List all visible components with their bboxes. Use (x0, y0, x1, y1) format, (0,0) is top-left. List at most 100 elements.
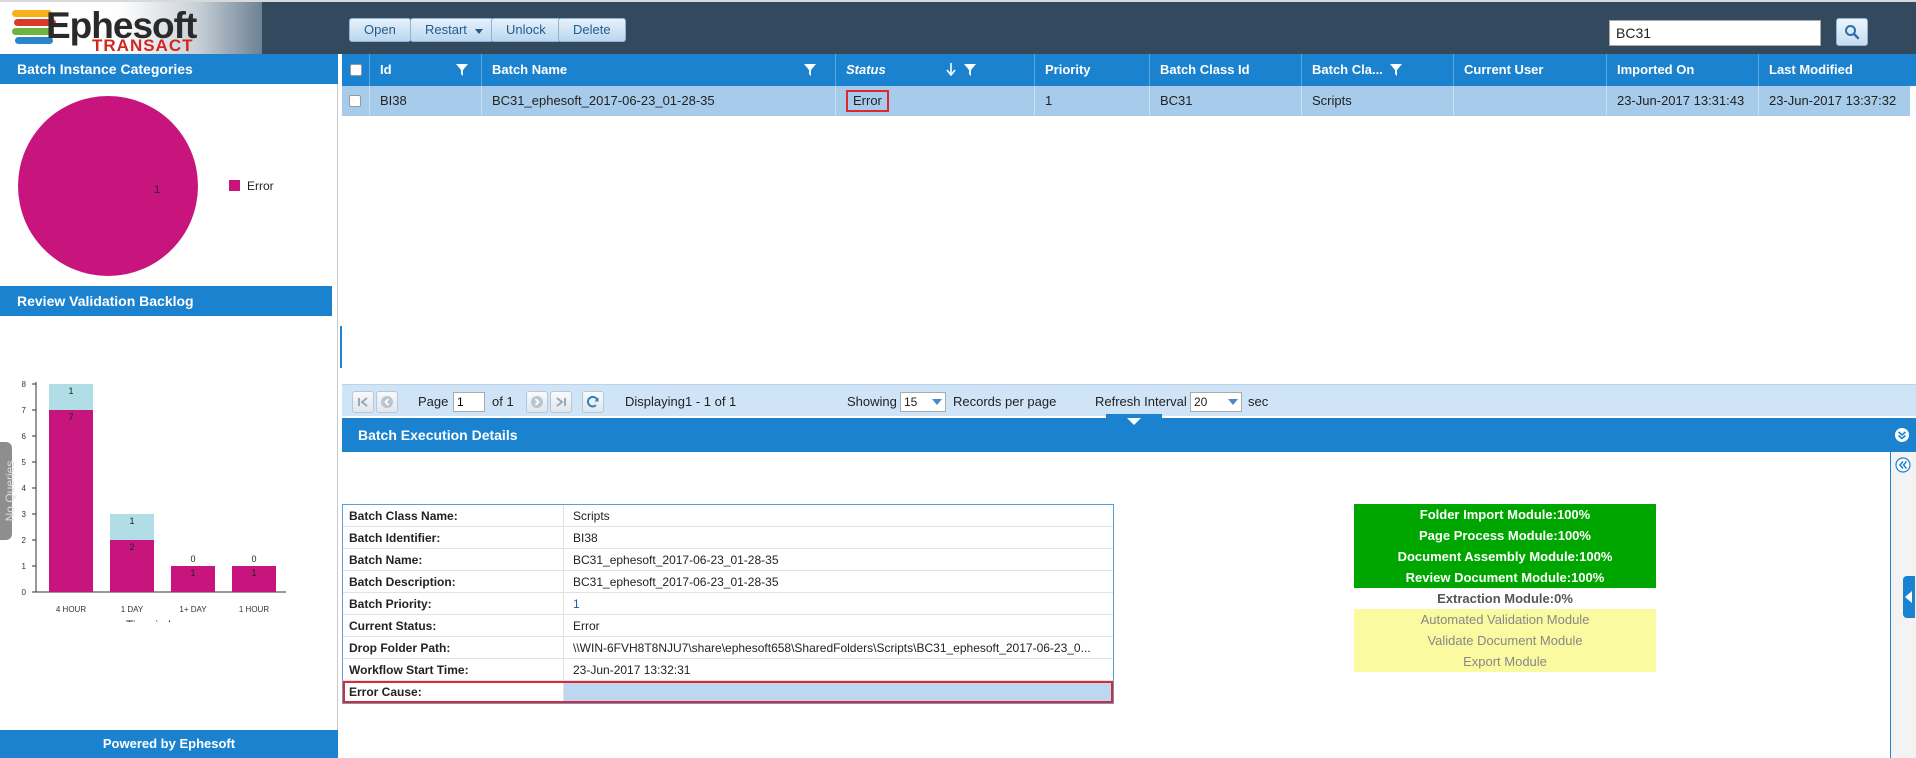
filter-icon[interactable] (1390, 64, 1402, 76)
refresh-interval-select[interactable]: 20 (1190, 392, 1242, 412)
table-row[interactable]: BI38 BC31_ephesoft_2017-06-23_01-28-35 E… (342, 86, 1910, 116)
col-id[interactable]: Id (370, 54, 482, 86)
filter-icon[interactable] (456, 64, 468, 76)
sort-down-icon[interactable] (946, 63, 956, 76)
col-priority[interactable]: Priority (1035, 54, 1150, 86)
module-item: Extraction Module:0% (1354, 588, 1656, 609)
col-batch-name[interactable]: Batch Name (482, 54, 836, 86)
batch-detail-table: Batch Class Name: Scripts Batch Identifie… (342, 504, 1114, 704)
page-number-input[interactable] (453, 392, 485, 412)
detail-row: Batch Class Name: Scripts (343, 505, 1113, 527)
detail-row: Drop Folder Path: \\WIN-6FVH8T8NJU7\share… (343, 637, 1113, 659)
module-item: Folder Import Module:100% (1354, 504, 1656, 525)
logo: Ephesoft TRANSACT (0, 2, 262, 56)
detail-value: \\WIN-6FVH8T8NJU7\share\ephesoft658\Shar… (563, 637, 1113, 659)
bar-data-label: 1 (129, 516, 134, 526)
y-tick-label: 1 (22, 562, 27, 571)
splitter-toggle[interactable] (1106, 414, 1162, 428)
detail-key: Drop Folder Path: (349, 641, 451, 655)
col-batch-class-id[interactable]: Batch Class Id (1150, 54, 1302, 86)
last-page-icon (556, 397, 566, 407)
col-status[interactable]: Status (836, 54, 1035, 86)
grid-pager: Page of 1 Displaying1 - 1 of 1 Showing 1… (342, 384, 1916, 416)
refresh-interval-label: Refresh Interval (1095, 394, 1187, 409)
y-tick-label: 7 (22, 406, 27, 415)
refresh-button[interactable] (582, 391, 604, 413)
pie-chart: 1 Error (18, 96, 274, 276)
detail-value: 23-Jun-2017 13:32:31 (563, 659, 1113, 681)
detail-row: Batch Description: BC31_ephesoft_2017-06-… (343, 571, 1113, 593)
restart-button[interactable]: Restart (410, 18, 494, 42)
detail-row: Workflow Start Time: 23-Jun-2017 13:32:31 (343, 659, 1113, 681)
collapse-details-icon[interactable] (1894, 427, 1910, 443)
delete-button[interactable]: Delete (558, 18, 626, 42)
pie-legend-label: Error (247, 179, 274, 193)
col-last-modified[interactable]: Last Modified (1759, 54, 1916, 86)
detail-row: Current Status: Error (343, 615, 1113, 637)
col-imported-on[interactable]: Imported On (1607, 54, 1759, 86)
displaying-count: Displaying1 - 1 of 1 (625, 394, 737, 409)
cell-current-user (1454, 86, 1607, 116)
bar-data-label: 2 (129, 542, 134, 552)
first-page-button[interactable] (352, 391, 374, 413)
y-tick-label: 8 (22, 380, 27, 389)
search-button[interactable] (1836, 18, 1868, 46)
module-progress-list: Folder Import Module:100% Page Process M… (1354, 504, 1656, 672)
pie-slice-label: 1 (154, 184, 160, 196)
detail-key: Batch Identifier: (349, 531, 441, 545)
open-button[interactable]: Open (349, 18, 411, 42)
bar-data-label: 1 (190, 568, 195, 578)
detail-key: Current Status: (349, 619, 437, 633)
detail-value: BC31_ephesoft_2017-06-23_01-28-35 (563, 571, 1113, 593)
y-tick-label: 0 (22, 588, 27, 597)
refresh-interval-value: 20 (1194, 395, 1208, 409)
records-per-page-select[interactable]: 15 (900, 392, 946, 412)
side-collapse-tab[interactable]: No Queries (0, 442, 17, 540)
search-input[interactable] (1609, 20, 1821, 46)
last-page-button[interactable] (550, 391, 572, 413)
select-all-checkbox[interactable] (350, 64, 362, 76)
bar-data-label: 1 (68, 386, 73, 396)
next-page-icon (531, 396, 543, 408)
module-item: Page Process Module:100% (1354, 525, 1656, 546)
error-cause-value (563, 683, 1111, 701)
showing-label: Showing (847, 394, 897, 409)
detail-value: Scripts (563, 505, 1113, 527)
detail-key: Batch Description: (349, 575, 456, 589)
y-tick-label: 5 (22, 458, 27, 467)
bar-data-label: 0 (251, 554, 256, 564)
arrow-down-icon (1127, 418, 1141, 425)
detail-key: Workflow Start Time: (349, 663, 469, 677)
col-id-label: Id (380, 62, 392, 77)
chevron-down-icon (1228, 399, 1238, 405)
cell-batch-name: BC31_ephesoft_2017-06-23_01-28-35 (482, 86, 836, 116)
module-item: Export Module (1354, 651, 1656, 672)
caret-down-icon (474, 29, 483, 34)
batch-grid: Id Batch Name Status Priority Batch Clas… (342, 54, 1916, 416)
prev-page-button[interactable] (376, 391, 398, 413)
expand-right-icon[interactable] (1895, 457, 1911, 473)
module-item: Document Assembly Module:100% (1354, 546, 1656, 567)
detail-row: Batch Name: BC31_ephesoft_2017-06-23_01-2… (343, 549, 1113, 571)
detail-row: Batch Identifier: BI38 (343, 527, 1113, 549)
detail-key: Error Cause: (349, 685, 422, 699)
filter-icon[interactable] (964, 64, 976, 76)
bar-data-label: 1 (251, 568, 256, 578)
search-icon (1845, 25, 1860, 40)
next-page-button[interactable] (526, 391, 548, 413)
y-tick-label: 3 (22, 510, 27, 519)
x-tick-label: 4 HOUR (56, 605, 86, 614)
col-batch-class[interactable]: Batch Cla... (1302, 54, 1454, 86)
detail-value: Error (563, 615, 1113, 637)
unlock-button[interactable]: Unlock (491, 18, 561, 42)
module-item: Review Document Module:100% (1354, 567, 1656, 588)
restart-button-label: Restart (425, 22, 467, 37)
col-status-label: Status (846, 62, 886, 77)
col-current-user[interactable]: Current User (1454, 54, 1607, 86)
refresh-icon (586, 395, 599, 408)
detail-key: Batch Name: (349, 553, 423, 567)
collapse-right-panel-button[interactable] (1903, 576, 1915, 618)
row-checkbox[interactable] (349, 95, 361, 107)
filter-icon[interactable] (804, 64, 816, 76)
page-count: of 1 (492, 394, 514, 409)
